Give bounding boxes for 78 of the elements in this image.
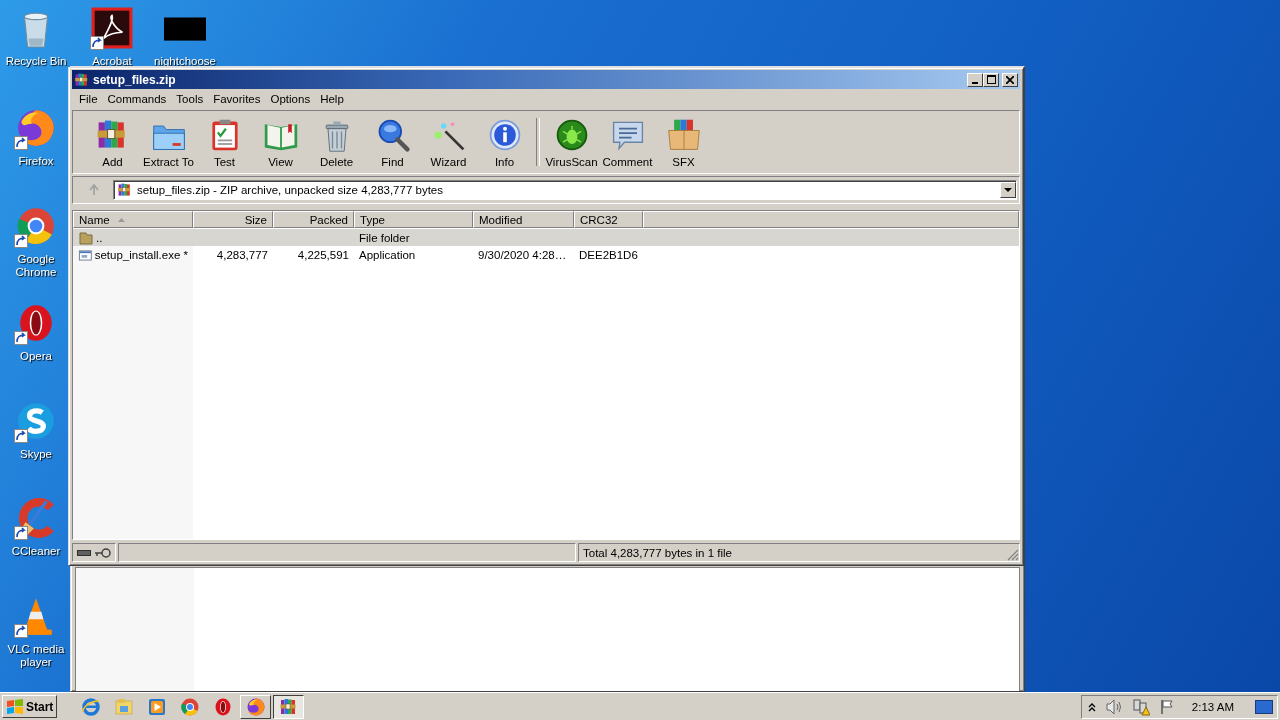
table-cell: DEE2B1D6: [579, 248, 638, 261]
key-icon: [95, 547, 111, 558]
drive-icon: [77, 548, 91, 557]
column-header[interactable]: Name: [73, 211, 193, 228]
table-cell: File folder: [359, 231, 410, 244]
document-icon: [91, 7, 133, 49]
archive-icon: [74, 71, 90, 88]
column-header[interactable]: Modified: [473, 211, 574, 228]
minimize-icon: [972, 81, 978, 84]
menu-item[interactable]: Tools: [171, 91, 209, 106]
menu-item[interactable]: Commands: [102, 91, 172, 106]
desktop-icon-label[interactable]: Skype: [20, 448, 52, 461]
menu-item[interactable]: File: [74, 91, 103, 106]
desktop-icon-label[interactable]: Opera: [20, 350, 52, 363]
toolbar-button[interactable]: SFX: [656, 114, 711, 170]
browser-icon: [80, 696, 101, 717]
maximize-icon: [986, 75, 996, 84]
toolbar-button[interactable]: Add: [85, 114, 140, 170]
menu-item[interactable]: Help: [315, 91, 349, 106]
file-name: setup_install.exe *: [94, 248, 188, 261]
column-header[interactable]: Size: [193, 211, 273, 228]
speaker-icon[interactable]: [1104, 698, 1123, 715]
close-icon: [1006, 75, 1014, 84]
chrome-icon: [15, 205, 57, 247]
menu-item[interactable]: Favorites: [208, 91, 266, 106]
desktop-icon-label[interactable]: nightchoose: [154, 55, 216, 68]
toolbar-button[interactable]: View: [253, 114, 308, 170]
folder-icon: [113, 696, 134, 717]
maximize-button[interactable]: [983, 72, 999, 87]
windows-logo-icon: [6, 698, 24, 715]
box-icon: [665, 117, 702, 153]
file-row[interactable]: .. File folder: [73, 229, 1019, 246]
toolbar-button[interactable]: Find: [365, 114, 420, 170]
toolbar-button[interactable]: VirusScan: [544, 114, 599, 170]
file-row[interactable]: setup_install.exe * 4,283,777 4,225,591 Application 9/30/2020 4:28… DEE2B1D6: [73, 246, 1019, 263]
desktop-icon-label[interactable]: VLC media player: [0, 643, 72, 669]
column-header[interactable]: Type: [354, 211, 473, 228]
desktop-icon-label[interactable]: Google Chrome: [0, 253, 72, 279]
menu-item[interactable]: Options: [265, 91, 316, 106]
fox-globe-icon: [15, 107, 57, 149]
network-warning-icon[interactable]: [1131, 697, 1150, 716]
column-header[interactable]: Packed: [273, 211, 354, 228]
table-cell: 9/30/2020 4:28…: [478, 248, 567, 261]
table-cell: 4,283,777: [216, 248, 268, 261]
clock-time[interactable]: 2:13 AM: [1191, 700, 1234, 713]
path-field[interactable]: setup_files.zip - ZIP archive, unpacked size 4,283,777 bytes: [113, 180, 1017, 200]
fox-globe-icon: [245, 696, 266, 717]
caret-icon: [1004, 187, 1012, 193]
monitor-icon[interactable]: [1255, 699, 1273, 714]
dropdown-button[interactable]: [1000, 182, 1016, 198]
flag-icon[interactable]: [1158, 698, 1175, 715]
window-icon: [78, 247, 93, 262]
archive-icon: [117, 182, 133, 198]
toolbar-button[interactable]: Extract To: [141, 114, 196, 170]
table-cell: Application: [359, 248, 416, 261]
table-cell: 4,225,591: [297, 248, 349, 261]
status-text: Total 4,283,777 bytes in 1 file: [583, 546, 732, 559]
minimize-button[interactable]: [967, 72, 983, 87]
archive-icon: [278, 696, 299, 717]
taskbar-button[interactable]: [273, 694, 305, 719]
column-header[interactable]: CRC32: [574, 211, 643, 228]
close-button[interactable]: [1002, 72, 1018, 87]
chrome-icon: [179, 696, 200, 717]
start-button[interactable]: Start: [2, 695, 58, 718]
toolbar-button[interactable]: Test: [197, 114, 252, 170]
toolbar-button[interactable]: Info: [477, 114, 532, 170]
file-name: ..: [96, 231, 103, 244]
window-title: setup_files.zip: [93, 72, 177, 87]
toolbar-button[interactable]: Wizard: [421, 114, 476, 170]
toolbar-button[interactable]: Delete: [309, 114, 364, 170]
skype-icon: [15, 400, 57, 442]
folder-icon: [78, 230, 94, 245]
up-arrow-icon: [88, 184, 100, 196]
desktop-icon-label[interactable]: CCleaner: [11, 545, 61, 558]
play-icon: [146, 696, 167, 717]
chevron-up-icon[interactable]: [1087, 701, 1096, 712]
toolbar-button[interactable]: Comment: [600, 114, 655, 170]
resize-grip-icon[interactable]: [1007, 549, 1019, 561]
